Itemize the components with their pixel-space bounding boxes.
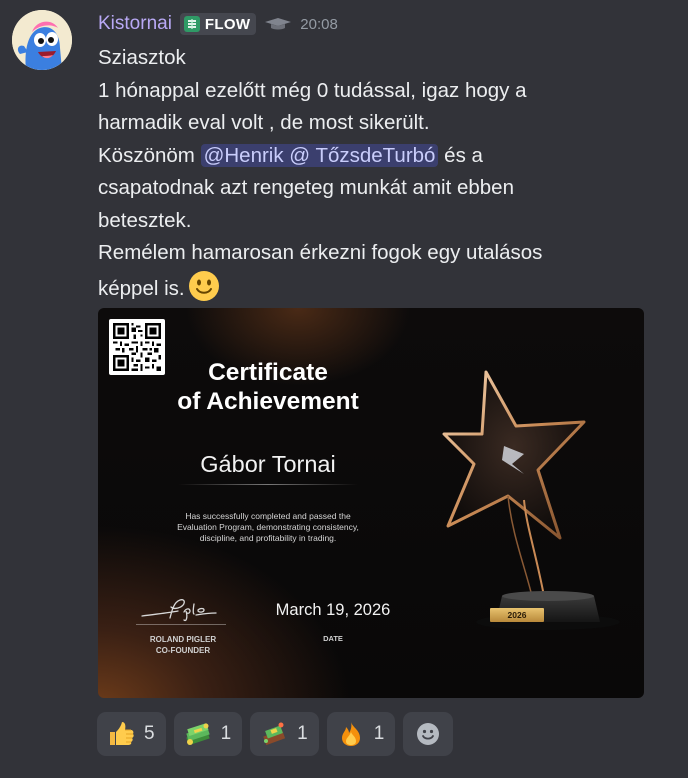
avatar-character-icon	[12, 10, 72, 70]
founder-title: CO-FOUNDER	[155, 646, 211, 655]
message-text: és a	[444, 143, 483, 167]
description-line: Evaluation Program, demonstrating consis…	[177, 522, 359, 532]
certificate-date: March 19, 2026	[275, 601, 391, 619]
message-text: Köszönöm	[98, 143, 195, 167]
reaction-count: 1	[297, 723, 308, 744]
reaction-count: 1	[373, 723, 385, 744]
certificate-recipient: Gábor Tornai	[200, 451, 336, 477]
star-trophy-icon	[442, 370, 620, 630]
message-line: Remélem hamarosan érkezni fogok egy utal…	[98, 241, 543, 264]
certificate-title-line: of Achievement	[177, 388, 359, 415]
message-line: harmadik eval volt , de most sikerült.	[98, 111, 430, 134]
username[interactable]: Kistornai	[98, 13, 172, 35]
user-mention[interactable]: @Henrik @ TőzsdeTurbó	[200, 143, 439, 167]
message-line-with-mention: Köszönöm @Henrik @ TőzsdeTurbó és a	[98, 140, 658, 173]
reaction-fire[interactable]: 1	[326, 712, 396, 756]
add-reaction-smile-icon	[414, 720, 442, 748]
server-tag[interactable]: FLOW	[179, 13, 257, 35]
graduation-cap-icon[interactable]	[264, 17, 292, 31]
certificate-title-line: Certificate	[208, 359, 328, 386]
reaction-thumbs-up[interactable]: 5	[97, 712, 166, 756]
message-line-with-emoji: képpel is.	[98, 270, 658, 306]
message-timestamp[interactable]: 20:08	[300, 16, 338, 33]
founder-name: ROLAND PIGLER	[149, 635, 217, 644]
reaction-money-stack[interactable]: 1	[173, 712, 243, 756]
message-header: Kistornai FLOW 20:08	[98, 9, 338, 39]
fire-icon	[337, 720, 365, 748]
certificate-image-attachment[interactable]: Certificate of Achievement Gábor Tornai …	[98, 308, 644, 698]
signature-line	[136, 624, 226, 625]
reaction-count: 5	[144, 723, 155, 744]
chat-message: Kistornai FLOW 20:08 Sziasztok 1 hónappa…	[0, 0, 688, 768]
message-line: Sziasztok	[98, 46, 186, 69]
divider	[178, 484, 358, 485]
money-stack-icon	[184, 720, 212, 748]
message-line: csapatodnak azt rengeteg munkát amit ebb…	[98, 176, 514, 199]
message-text: képpel is.	[98, 276, 185, 300]
signature-icon	[141, 599, 217, 622]
certificate-description: Has successfully completed and passed th…	[138, 511, 398, 544]
certificate-title: Certificate of Achievement	[138, 358, 398, 416]
reactions-bar: 5 1 1 1	[97, 712, 454, 756]
description-line: discipline, and profitability in trading…	[199, 533, 337, 543]
reaction-count: 1	[220, 723, 232, 744]
certificate-date-label: DATE	[323, 634, 343, 643]
user-avatar[interactable]	[12, 10, 72, 70]
founder-block: ROLAND PIGLER CO-FOUNDER	[128, 634, 238, 656]
money-bag-icon	[260, 720, 288, 748]
server-tag-label: FLOW	[204, 15, 251, 33]
message-content: Sziasztok 1 hónappal ezelőtt még 0 tudás…	[98, 42, 658, 305]
trophy-year-plate: 2026	[490, 608, 544, 622]
flow-tag-icon	[183, 16, 200, 32]
add-reaction-button[interactable]	[403, 712, 454, 756]
description-line: Has successfully completed and passed th…	[185, 511, 351, 521]
message-line: 1 hónappal ezelőtt még 0 tudással, igaz …	[98, 78, 527, 102]
thumbs-up-icon	[107, 720, 135, 748]
message-line: betesztek.	[98, 208, 192, 232]
reaction-money-bag[interactable]: 1	[250, 712, 319, 756]
slightly-smiling-face-icon[interactable]	[188, 270, 220, 302]
